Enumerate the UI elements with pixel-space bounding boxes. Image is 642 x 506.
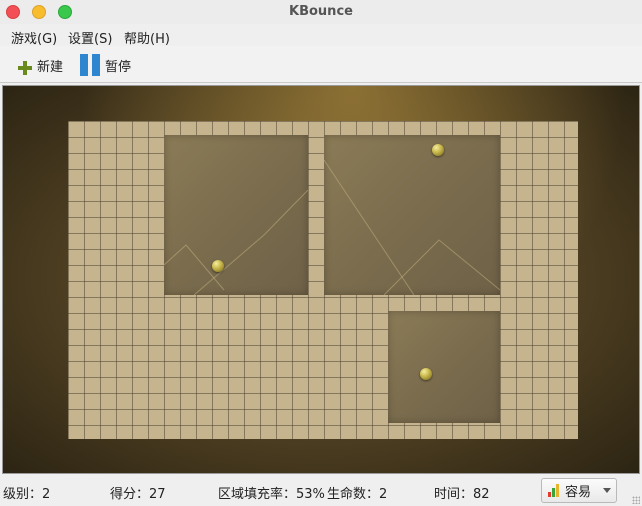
- score-readout: 得分：27: [110, 487, 166, 502]
- menu-bar: 游戏(G) 设置(S) 帮助(H): [0, 24, 642, 47]
- menu-settings[interactable]: 设置(S): [68, 28, 112, 47]
- menu-help[interactable]: 帮助(H): [124, 28, 170, 47]
- difficulty-bars-icon: [548, 484, 561, 497]
- window-title: KBounce: [289, 4, 353, 19]
- game-field[interactable]: [2, 85, 640, 474]
- kbounce-window: KBounce 游戏(G) 设置(S) 帮助(H) 新建 暂停 级别：2 得分：…: [0, 0, 642, 506]
- status-bar: 级别：2 得分：27 区域填充率：53% 生命数：2 时间：82 容易: [0, 475, 642, 506]
- toolbar: 新建 暂停: [0, 46, 642, 83]
- bouncing-ball: [212, 260, 224, 272]
- bouncing-ball: [420, 368, 432, 380]
- resize-grip-icon[interactable]: [632, 496, 640, 504]
- time-readout: 时间：82: [434, 487, 490, 502]
- new-game-button[interactable]: 新建: [18, 52, 63, 78]
- chevron-down-icon: [603, 488, 612, 493]
- menu-game[interactable]: 游戏(G): [11, 28, 57, 47]
- pause-icon: [80, 54, 100, 76]
- cleared-area: [388, 311, 500, 423]
- level-readout: 级别：2: [3, 487, 51, 502]
- new-game-label: 新建: [37, 59, 64, 75]
- plus-icon: [18, 61, 32, 75]
- lives-readout: 生命数：2: [327, 487, 388, 502]
- cleared-area: [324, 135, 500, 295]
- bouncing-ball: [432, 144, 444, 156]
- difficulty-select[interactable]: 容易: [541, 478, 617, 503]
- fill-readout: 区域填充率：53%: [218, 487, 325, 502]
- title-bar: KBounce: [0, 0, 642, 24]
- pause-label: 暂停: [105, 59, 132, 75]
- wall-grid: [68, 121, 578, 439]
- cleared-area: [164, 135, 308, 295]
- pause-button[interactable]: 暂停: [80, 52, 131, 78]
- difficulty-value: 容易: [565, 485, 592, 500]
